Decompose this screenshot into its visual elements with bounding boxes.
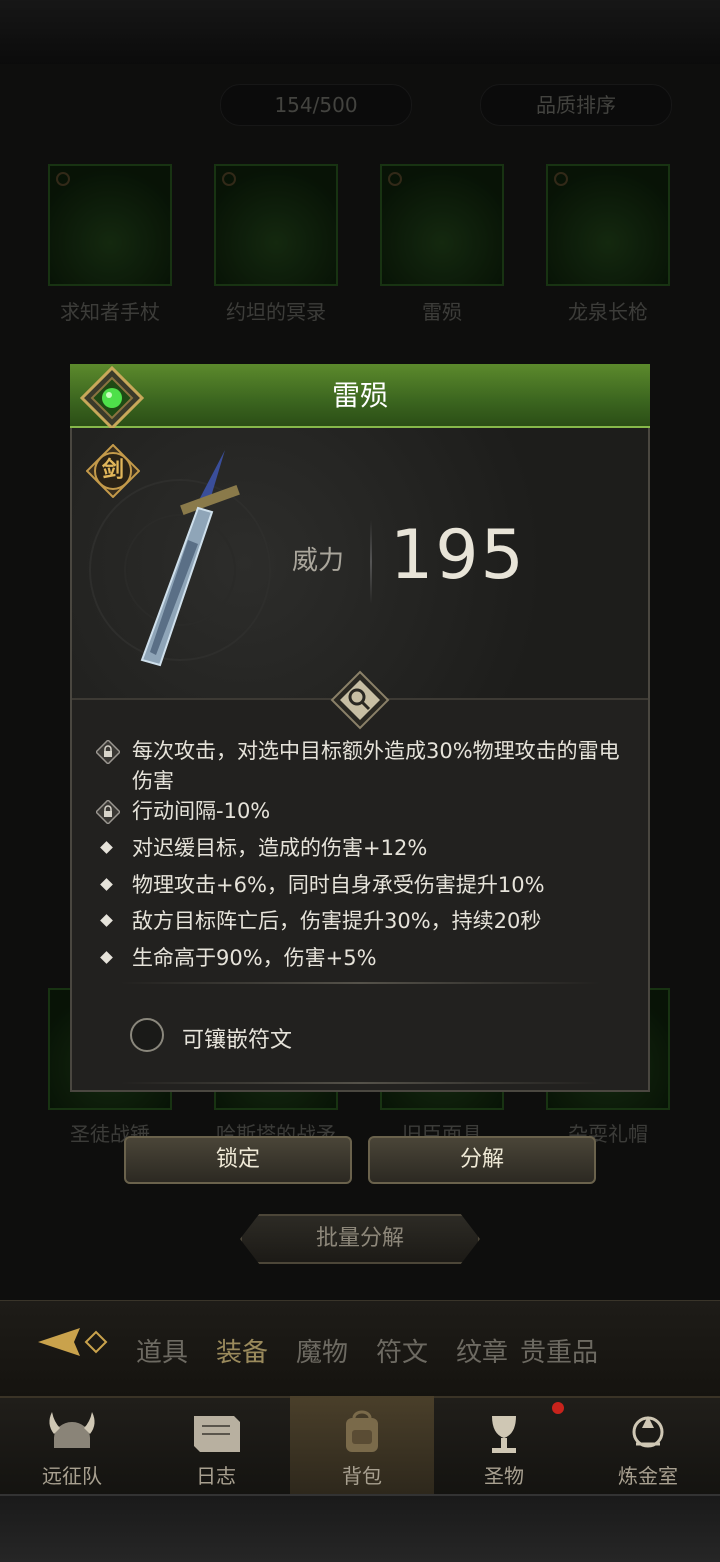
backpack-icon — [346, 1410, 378, 1452]
divider — [120, 982, 600, 984]
attribute-text: 每次攻击，对选中目标额外造成30%物理攻击的雷电伤害 — [132, 739, 620, 793]
attribute-row: 每次攻击，对选中目标额外造成30%物理攻击的雷电伤害 — [96, 736, 636, 796]
lock-icon — [96, 740, 120, 764]
chalice-icon — [492, 1416, 516, 1453]
popup-title: 雷殒 — [331, 379, 388, 412]
stat-divider — [370, 520, 372, 604]
nav-label: 炼金室 — [618, 1464, 678, 1488]
magnify-icon[interactable] — [330, 670, 390, 730]
scroll-icon — [194, 1416, 240, 1452]
viking-helmet-icon — [49, 1412, 95, 1448]
rarity-gem-icon — [80, 366, 144, 430]
back-arrow-icon[interactable] — [30, 1320, 114, 1364]
decompose-button[interactable]: 分解 — [368, 1136, 596, 1184]
tab-emblems[interactable]: 纹章 — [456, 1332, 508, 1369]
attribute-text: 物理攻击+6%，同时自身承受伤害提升10% — [132, 873, 545, 897]
tab-items[interactable]: 道具 — [136, 1332, 188, 1369]
nav-backpack[interactable]: 背包 — [290, 1396, 434, 1494]
attribute-text: 行动间隔-10% — [132, 799, 271, 823]
attribute-text: 对迟缓目标，造成的伤害+12% — [132, 836, 428, 860]
bulk-decompose-button[interactable]: 批量分解 — [240, 1214, 480, 1264]
weapon-type-label: 剑 — [101, 458, 124, 483]
divider — [120, 1082, 600, 1084]
bottom-frame — [0, 1494, 720, 1562]
tab-runes[interactable]: 符文 — [376, 1332, 428, 1369]
tab-equipment[interactable]: 装备 — [216, 1332, 268, 1369]
notification-dot — [552, 1402, 564, 1414]
rune-slot-label: 可镶嵌符文 — [182, 1028, 293, 1053]
nav-label: 背包 — [342, 1464, 382, 1488]
lock-button[interactable]: 锁定 — [124, 1136, 352, 1184]
tab-valuables[interactable]: 贵重品 — [520, 1332, 598, 1369]
nav-label: 圣物 — [484, 1464, 524, 1488]
stat-value: 195 — [390, 516, 526, 595]
rune-slot[interactable] — [130, 1018, 164, 1052]
nav-label: 日志 — [196, 1464, 236, 1488]
attribute-text: 生命高于90%，伤害+5% — [132, 946, 377, 970]
nav-label: 远征队 — [42, 1464, 102, 1488]
nav-expedition[interactable]: 远征队 — [0, 1396, 144, 1494]
attribute-text: 敌方目标阵亡后，伤害提升30%，持续20秒 — [132, 909, 542, 933]
lock-icon — [96, 800, 120, 824]
alchemy-icon — [632, 1416, 664, 1448]
stat-label: 威力 — [292, 546, 345, 576]
tab-monsters[interactable]: 魔物 — [296, 1332, 348, 1369]
nav-journal[interactable]: 日志 — [144, 1396, 288, 1494]
nav-alchemy[interactable]: 炼金室 — [576, 1396, 720, 1494]
